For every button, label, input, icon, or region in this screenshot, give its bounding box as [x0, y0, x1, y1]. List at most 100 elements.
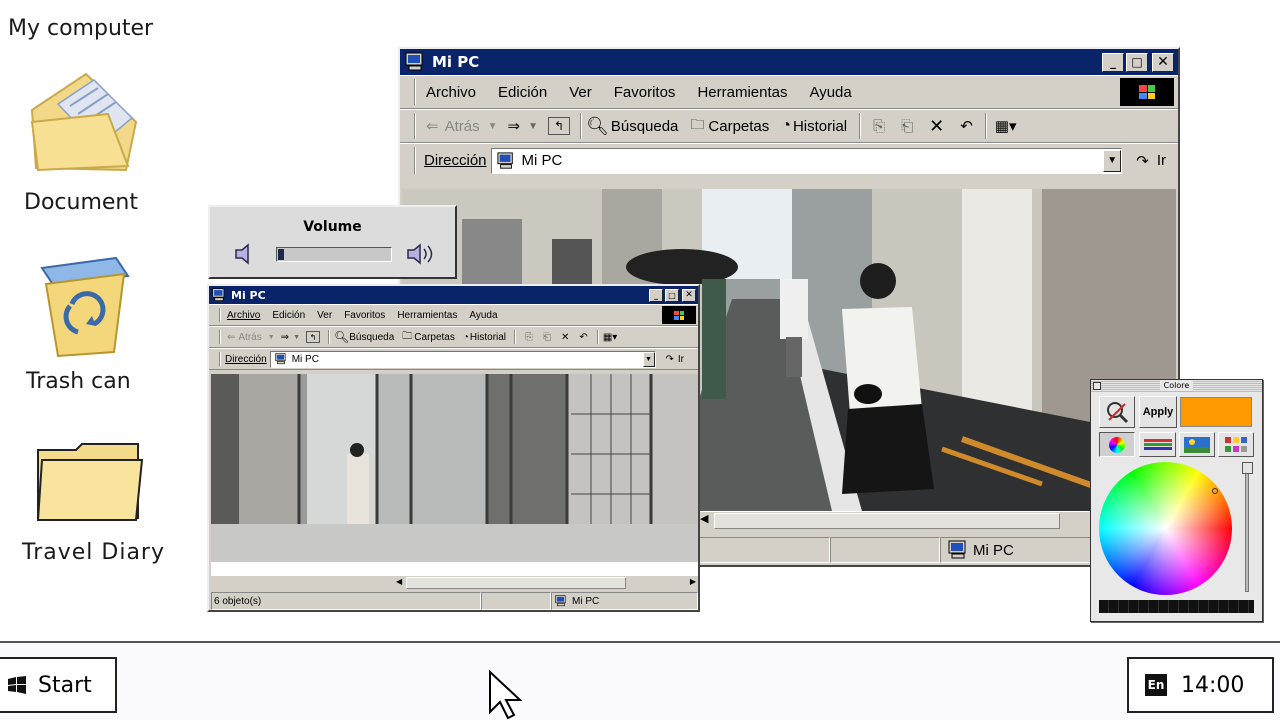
- small-copy-to-icon[interactable]: ⎗: [543, 332, 551, 343]
- move-to-icon[interactable]: ⎘: [873, 118, 885, 135]
- small-close-button[interactable]: ✕: [682, 288, 696, 302]
- small-window-titlebar[interactable]: Mi PC _ □ ✕: [209, 286, 698, 304]
- small-back-dropdown-icon[interactable]: ▼: [268, 334, 275, 341]
- brightness-slider[interactable]: [1245, 466, 1249, 592]
- small-views-icon[interactable]: ▦▾: [603, 332, 617, 343]
- colors-close-button[interactable]: [1093, 382, 1101, 390]
- color-palette-tab[interactable]: [1218, 432, 1254, 457]
- small-history-button[interactable]: Historial: [470, 332, 506, 343]
- recycle-bin-icon[interactable]: [36, 254, 132, 358]
- small-scroll-right-icon[interactable]: ▶: [690, 577, 696, 586]
- color-sliders-tab[interactable]: [1139, 432, 1176, 457]
- small-go-arrow-icon[interactable]: ↷: [666, 354, 674, 365]
- desktop-label-document[interactable]: Document: [24, 190, 138, 215]
- views-icon[interactable]: ▦▾: [995, 117, 1017, 135]
- desktop-label-travel-diary[interactable]: Travel Diary: [22, 540, 165, 565]
- small-maximize-button[interactable]: □: [665, 288, 679, 302]
- go-button[interactable]: Ir: [1157, 152, 1166, 169]
- clock[interactable]: 14:00: [1181, 673, 1244, 698]
- folders-icon[interactable]: 🗀: [690, 114, 704, 138]
- small-address-dropdown-icon[interactable]: ▼: [642, 351, 655, 367]
- small-search-button[interactable]: Búsqueda: [349, 332, 394, 343]
- menu-archivo[interactable]: Archivo: [426, 84, 476, 101]
- small-folders-button[interactable]: Carpetas: [414, 332, 455, 343]
- copy-to-icon[interactable]: ⎗: [901, 118, 913, 135]
- eyedropper-button[interactable]: [1099, 396, 1135, 428]
- scroll-left-icon[interactable]: ◀: [700, 512, 708, 525]
- small-up-folder-icon[interactable]: ↰: [306, 331, 320, 343]
- desktop-label-my-computer[interactable]: My computer: [8, 16, 153, 41]
- color-image-tab[interactable]: [1179, 432, 1215, 457]
- delete-icon[interactable]: ✕: [929, 116, 944, 137]
- forward-dropdown-icon[interactable]: ▼: [528, 121, 538, 132]
- main-window-titlebar[interactable]: Mi PC _ □ ✕: [400, 49, 1178, 75]
- color-wheel-tab[interactable]: [1099, 432, 1135, 457]
- document-folder-icon[interactable]: [28, 70, 140, 174]
- small-menu-archivo[interactable]: Archivo: [227, 310, 260, 321]
- close-button[interactable]: ✕: [1152, 52, 1174, 72]
- back-dropdown-icon[interactable]: ▼: [488, 121, 498, 132]
- brightness-slider-thumb[interactable]: [1242, 462, 1253, 474]
- small-menu-herramientas[interactable]: Herramientas: [397, 310, 457, 321]
- search-button[interactable]: Búsqueda: [611, 118, 679, 135]
- small-folders-icon[interactable]: 🗀: [402, 329, 412, 346]
- menu-ver[interactable]: Ver: [569, 84, 592, 101]
- color-wheel[interactable]: [1099, 462, 1232, 595]
- small-move-to-icon[interactable]: ⎘: [525, 332, 533, 343]
- address-dropdown-icon[interactable]: ▼: [1103, 149, 1122, 172]
- back-button[interactable]: Atrás: [445, 118, 480, 135]
- apply-button[interactable]: Apply: [1139, 396, 1177, 428]
- history-icon[interactable]: ◔: [781, 117, 791, 135]
- small-menu-favoritos[interactable]: Favoritos: [344, 310, 385, 321]
- search-icon[interactable]: 🔍︎: [586, 116, 609, 137]
- colors-panel-titlebar[interactable]: Colore: [1091, 380, 1262, 392]
- my-pc-icon: [405, 52, 423, 71]
- color-wheel-picker[interactable]: [1212, 488, 1218, 494]
- up-folder-icon[interactable]: ↰: [547, 117, 570, 135]
- small-address-field[interactable]: Mi PC ▼: [269, 350, 656, 368]
- taskbar: Start En 14:00: [0, 641, 1280, 720]
- menu-herramientas[interactable]: Herramientas: [697, 84, 787, 101]
- small-undo-icon[interactable]: ↶: [579, 332, 587, 343]
- folders-button[interactable]: Carpetas: [708, 118, 769, 135]
- small-back-arrow-icon[interactable]: ⇐: [227, 332, 235, 343]
- forward-arrow-icon[interactable]: ⇒: [508, 117, 521, 135]
- desktop-label-trash-can[interactable]: Trash can: [26, 369, 131, 394]
- small-minimize-button[interactable]: _: [649, 288, 663, 302]
- language-indicator[interactable]: En: [1145, 674, 1167, 696]
- undo-icon[interactable]: ↶: [960, 117, 973, 135]
- go-arrow-icon[interactable]: ↷: [1136, 152, 1149, 170]
- small-delete-icon[interactable]: ✕: [561, 332, 569, 343]
- small-forward-dropdown-icon[interactable]: ▼: [293, 334, 300, 341]
- selected-color-swatch: [1180, 397, 1252, 427]
- small-scroll-left-icon[interactable]: ◀: [396, 577, 402, 586]
- small-menu-edicion[interactable]: Edición: [272, 310, 305, 321]
- menu-ayuda[interactable]: Ayuda: [809, 84, 851, 101]
- maximize-button[interactable]: □: [1126, 52, 1148, 72]
- history-button[interactable]: Historial: [793, 118, 847, 135]
- small-menu-ayuda[interactable]: Ayuda: [469, 310, 497, 321]
- back-arrow-icon[interactable]: ⇐: [426, 117, 439, 135]
- small-go-button[interactable]: Ir: [678, 354, 684, 365]
- small-back-button[interactable]: Atrás: [238, 332, 261, 343]
- small-forward-arrow-icon[interactable]: ⇒: [281, 332, 289, 343]
- main-toolbar: ⇐ Atrás ▼ ⇒ ▼ ↰ 🔍︎ Búsqueda 🗀 Carpetas ◔…: [400, 109, 1178, 143]
- start-button[interactable]: Start: [0, 657, 117, 713]
- small-history-icon[interactable]: ◔: [463, 332, 469, 343]
- address-field[interactable]: Mi PC ▼: [490, 147, 1123, 174]
- volume-down-icon[interactable]: [232, 241, 258, 267]
- menu-edicion[interactable]: Edición: [498, 84, 547, 101]
- minimize-button[interactable]: _: [1102, 52, 1124, 72]
- small-search-icon[interactable]: 🔍︎: [334, 330, 349, 344]
- volume-up-icon[interactable]: [404, 241, 438, 267]
- volume-slider[interactable]: [276, 247, 392, 262]
- small-explorer-window: Mi PC _ □ ✕ Archivo Edición Ver Favorito…: [207, 284, 700, 612]
- folder-icon[interactable]: [34, 440, 146, 524]
- menu-favoritos[interactable]: Favoritos: [614, 84, 676, 101]
- scrollbar-thumb[interactable]: [714, 513, 1060, 529]
- custom-colors-row[interactable]: [1099, 600, 1254, 613]
- image-palette-icon: [1184, 436, 1210, 453]
- small-menu-ver[interactable]: Ver: [317, 310, 332, 321]
- small-horizontal-scrollbar[interactable]: ◀ ▶: [394, 576, 698, 590]
- sliders-icon: [1143, 438, 1172, 450]
